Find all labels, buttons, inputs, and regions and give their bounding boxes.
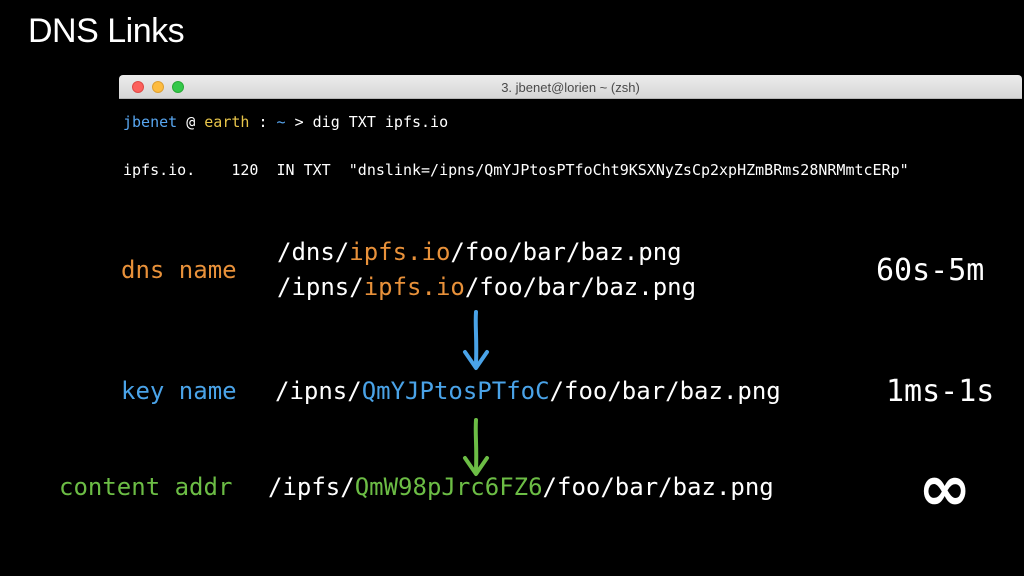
content-path-suffix: /foo/bar/baz.png xyxy=(542,473,774,501)
terminal-output-line: ipfs.io. 120 IN TXT "dnslink=/ipns/QmYJP… xyxy=(123,161,909,179)
dns-name-label: dns name xyxy=(121,256,237,284)
content-path: /ipfs/QmW98pJrc6FZ6/foo/bar/baz.png xyxy=(268,473,774,501)
ipns-dns-path-prefix: /ipns/ xyxy=(277,273,364,301)
key-path: /ipns/QmYJPtosPTfoC/foo/bar/baz.png xyxy=(275,377,781,405)
key-path-suffix: /foo/bar/baz.png xyxy=(549,377,781,405)
prompt-arrow: > xyxy=(285,113,313,131)
key-path-prefix: /ipns/ xyxy=(275,377,362,405)
terminal-prompt-line: jbenet @ earth : ~ > dig TXT ipfs.io xyxy=(123,113,448,131)
prompt-host: earth xyxy=(204,113,250,131)
ipns-dns-path: /ipns/ipfs.io/foo/bar/baz.png xyxy=(277,273,696,301)
terminal-titlebar[interactable]: 3. jbenet@lorien ~ (zsh) xyxy=(119,75,1022,99)
key-timing: 1ms-1s xyxy=(886,374,995,409)
prompt-command: dig TXT ipfs.io xyxy=(312,113,449,131)
dns-path-suffix: /foo/bar/baz.png xyxy=(450,238,682,266)
content-timing-infinity: ∞ xyxy=(918,452,972,526)
content-addr-label: content addr xyxy=(59,473,233,501)
down-arrow-blue-icon xyxy=(463,310,489,370)
key-name-label: key name xyxy=(121,377,237,405)
dns-path-domain: ipfs.io xyxy=(349,238,451,266)
content-path-prefix: /ipfs/ xyxy=(268,473,355,501)
dns-path-prefix: /dns/ xyxy=(277,238,350,266)
prompt-at: @ xyxy=(177,113,205,131)
terminal-window[interactable]: 3. jbenet@lorien ~ (zsh) jbenet @ earth … xyxy=(119,75,1022,205)
down-arrow-green-icon xyxy=(463,418,489,476)
ipns-dns-path-suffix: /foo/bar/baz.png xyxy=(464,273,697,301)
dns-path: /dns/ipfs.io/foo/bar/baz.png xyxy=(277,238,682,266)
prompt-directory: ~ xyxy=(276,113,286,131)
content-path-hash: QmW98pJrc6FZ6 xyxy=(354,473,543,501)
prompt-user: jbenet xyxy=(123,113,178,131)
terminal-window-title: 3. jbenet@lorien ~ (zsh) xyxy=(501,80,640,95)
ipns-dns-path-domain: ipfs.io xyxy=(363,273,465,301)
dns-timing: 60s-5m xyxy=(876,253,985,288)
slide-title: DNS Links xyxy=(28,12,185,50)
prompt-separator: : xyxy=(249,113,277,131)
key-path-hash: QmYJPtosPTfoC xyxy=(361,377,550,405)
